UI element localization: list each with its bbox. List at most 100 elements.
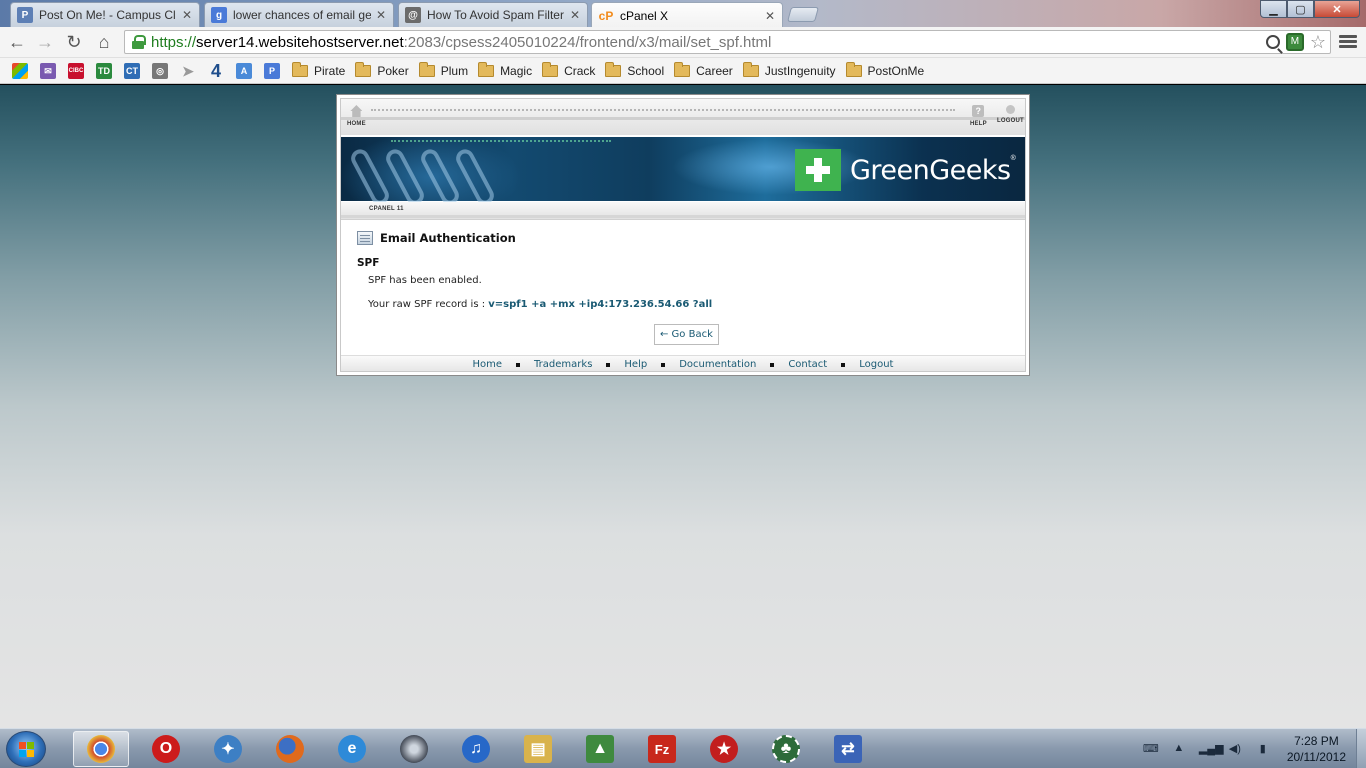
footer-link-home[interactable]: Home [473, 359, 503, 370]
cibc-icon[interactable]: CIBC [68, 62, 84, 79]
power-icon[interactable]: ▮ [1255, 742, 1271, 756]
tab-spam-filter[interactable]: @ How To Avoid Spam Filter ✕ [398, 2, 588, 27]
taskbar-chrome[interactable] [73, 731, 129, 767]
folder-label: School [627, 63, 665, 78]
folder-label: Crack [564, 63, 596, 78]
bookmark-folder-postonme[interactable]: PostOnMe [845, 61, 924, 78]
p-icon[interactable]: P [264, 62, 280, 79]
close-tab-icon[interactable]: ✕ [181, 8, 193, 22]
bookmark-folder-magic[interactable]: Magic [478, 61, 533, 78]
folder-label: Magic [500, 63, 533, 78]
bookmark-folder-career[interactable]: Career [674, 61, 733, 78]
taskbar-safari[interactable]: ✦ [200, 731, 256, 767]
taskbar-media-sphere[interactable] [386, 731, 442, 767]
firefox-icon [276, 735, 304, 763]
show-desktop-button[interactable] [1356, 729, 1366, 768]
maximize-button[interactable]: ▢ [1287, 0, 1314, 18]
go-back-button[interactable]: ← Go Back [654, 324, 719, 345]
system-clock[interactable]: 7:28 PM 20/11/2012 [1287, 733, 1346, 765]
tab-label: lower chances of email ge [233, 8, 371, 22]
bookmark-folder-crack[interactable]: Crack [542, 61, 596, 78]
bookmark-folder-plum[interactable]: Plum [418, 61, 468, 78]
cpanel-logout-link[interactable]: LOGOUT [997, 105, 1024, 124]
owl-icon[interactable]: ◎ [152, 62, 168, 79]
new-tab-button[interactable] [786, 7, 820, 22]
minimize-button[interactable]: ▁ [1260, 0, 1287, 18]
separator-bullet [841, 362, 846, 367]
forward-arrow-icon[interactable]: → [34, 31, 56, 53]
decorative-line [341, 215, 1025, 218]
folder-icon [742, 61, 759, 77]
cpanel-container: HOME ? HELP LOGOUT GreenGeeks ® CPANEL 1… [340, 98, 1026, 372]
footer-link-help[interactable]: Help [624, 359, 647, 370]
registered-mark: ® [1010, 155, 1016, 162]
tab-cpanel[interactable]: cP cPanel X ✕ [591, 2, 783, 28]
close-tab-icon[interactable]: ✕ [375, 8, 387, 22]
bookmark-folder-poker[interactable]: Poker [355, 61, 409, 78]
back-arrow-icon[interactable]: ← [6, 31, 28, 53]
home-icon[interactable]: ⌂ [93, 31, 115, 53]
bookmark-folder-pirate[interactable]: Pirate [292, 61, 346, 78]
help-label: HELP [970, 121, 987, 127]
opera-icon: O [152, 735, 180, 763]
taskbar-internet-explorer[interactable]: e [324, 731, 380, 767]
cpanel-version: CPANEL 11 [369, 206, 404, 212]
bookmark-star-icon[interactable]: ☆ [1310, 33, 1326, 51]
taskbar-filezilla[interactable]: Fz [634, 731, 690, 767]
footer-link-contact[interactable]: Contact [788, 359, 827, 370]
bookmark-folder-school[interactable]: School [605, 61, 665, 78]
taskbar-network-app[interactable]: ⇄ [820, 731, 876, 767]
spf-record: Your raw SPF record is : v=spf1 +a +mx +… [368, 299, 1017, 310]
menu-icon[interactable] [1339, 33, 1357, 51]
volume-icon[interactable]: ◀) [1227, 742, 1243, 756]
windows-icon[interactable] [12, 62, 28, 79]
tab-google-search[interactable]: g lower chances of email ge ✕ [204, 2, 394, 27]
taskbar-itunes[interactable]: ♫ [448, 731, 504, 767]
folder-icon [845, 61, 862, 77]
cpanel-help-link[interactable]: ? HELP [970, 105, 987, 127]
decorative-bits [391, 140, 611, 148]
chrome-icon [87, 735, 115, 763]
cpanel-home-link[interactable]: HOME [347, 105, 366, 127]
clock-time: 7:28 PM [1294, 734, 1339, 748]
folder-label: Poker [377, 63, 409, 78]
url-path: :2083/cpsess2405010224/frontend/x3/mail/… [403, 33, 772, 51]
taskbar-firefox[interactable] [262, 731, 318, 767]
ct-icon[interactable]: CT [124, 62, 140, 79]
mailchimp-icon: @ [405, 7, 421, 23]
footer-link-documentation[interactable]: Documentation [679, 359, 756, 370]
footer-link-trademarks[interactable]: Trademarks [534, 359, 592, 370]
folder-label: Career [696, 63, 733, 78]
taskbar-poker-chip[interactable]: ♣ [758, 731, 814, 767]
safari-icon: ✦ [214, 735, 242, 763]
four-icon[interactable]: 4 [208, 62, 224, 80]
taskbar-pokerstars[interactable]: ★ [696, 731, 752, 767]
folder-icon [605, 61, 622, 77]
folder-icon [418, 61, 435, 77]
tab-post-on-me[interactable]: P Post On Me! - Campus Cl ✕ [10, 2, 200, 27]
page-title-text: Email Authentication [380, 231, 516, 245]
td-icon[interactable]: TD [96, 62, 112, 79]
footer-link-logout[interactable]: Logout [859, 359, 893, 370]
taskbar-file-explorer[interactable]: ▤ [510, 731, 566, 767]
a-icon[interactable]: A [236, 62, 252, 79]
show-hidden-icons-icon[interactable]: ▲ [1171, 742, 1187, 756]
start-button[interactable] [6, 731, 46, 767]
taskbar-chart-app[interactable]: ▲ [572, 731, 628, 767]
address-bar[interactable]: https://server14.websitehostserver.net:2… [124, 30, 1331, 54]
close-window-button[interactable]: ✕ [1314, 0, 1360, 18]
paper-plane-icon[interactable]: ➤ [180, 63, 196, 79]
folder-label: Pirate [314, 63, 346, 78]
close-tab-icon[interactable]: ✕ [569, 8, 581, 22]
taskbar-opera[interactable]: O [138, 731, 194, 767]
signal-icon[interactable]: ▂▄▆ [1199, 742, 1224, 756]
filezilla-icon: Fz [648, 735, 676, 763]
search-icon[interactable] [1265, 35, 1280, 49]
bookmark-folder-justingenuity[interactable]: JustIngenuity [742, 61, 836, 78]
yahoo-mail-icon[interactable]: ✉ [40, 62, 56, 79]
extension-shield-icon[interactable]: M [1285, 33, 1304, 51]
keyboard-icon[interactable]: ⌨ [1143, 742, 1159, 756]
close-tab-icon[interactable]: ✕ [764, 9, 776, 23]
url-text[interactable]: https://server14.websitehostserver.net:2… [151, 34, 1266, 51]
reload-icon[interactable]: ↻ [63, 31, 85, 53]
